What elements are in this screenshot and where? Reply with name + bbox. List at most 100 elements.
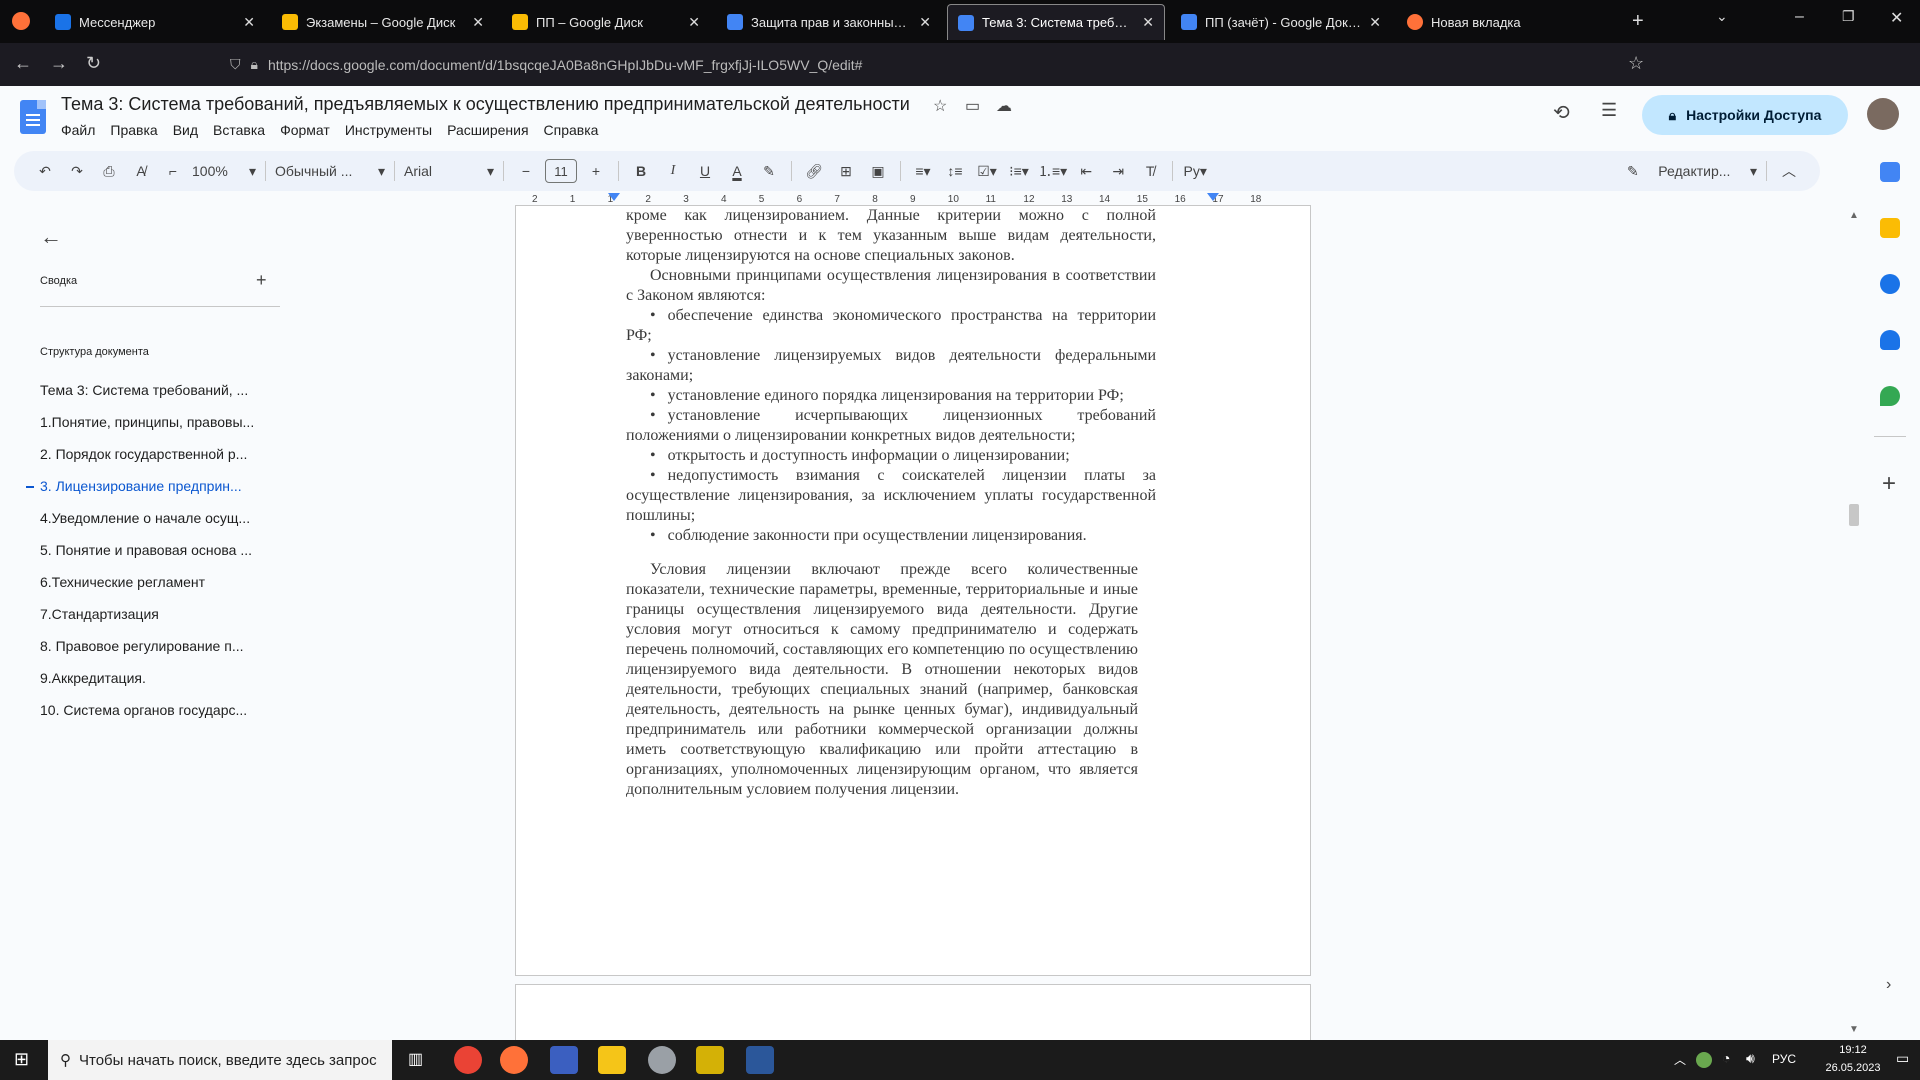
browser-tab[interactable]: Тема 3: Система требований, ✕ [947,4,1165,40]
collapse-menus-icon[interactable]: ︿ [1776,157,1802,185]
bulleted-list-icon[interactable]: ⁝≡▾ [1006,157,1032,185]
firefox-icon[interactable] [12,12,30,30]
clock-time[interactable]: 19:12 [1822,1044,1884,1056]
cloud-status-icon[interactable]: ☁ [996,96,1012,116]
browser-tab[interactable]: Защита прав и законных инте ✕ [717,4,941,40]
paint-format-icon[interactable]: ⌐ [160,157,186,185]
highlight-icon[interactable]: ✎ [756,157,782,185]
close-tab-icon[interactable]: ✕ [243,14,255,31]
outline-item[interactable]: 8. Правовое регулирование п... [40,638,280,654]
menu-item[interactable]: Справка [544,122,599,138]
undo-icon[interactable]: ↶ [32,157,58,185]
maximize-icon[interactable]: ❐ [1842,8,1855,25]
outline-item[interactable]: 5. Понятие и правовая основа ... [40,542,280,558]
close-tab-icon[interactable]: ✕ [919,14,931,31]
firefox-icon[interactable] [500,1046,528,1074]
document-title[interactable]: Тема 3: Система требований, предъявляемы… [61,94,910,115]
document-page[interactable]: кроме как лицензированием. Данные критер… [515,205,1311,976]
notifications-icon[interactable]: ▭ [1896,1050,1909,1067]
menu-item[interactable]: Расширения [447,122,528,138]
close-window-icon[interactable]: ✕ [1890,8,1903,28]
close-tab-icon[interactable]: ✕ [1369,14,1381,31]
history-icon[interactable]: ⟲ [1553,100,1570,125]
reload-icon[interactable]: ↻ [86,53,101,74]
add-comment-icon[interactable]: ⊞ [833,157,859,185]
maps-icon[interactable] [1880,386,1900,406]
keep-icon[interactable] [1880,218,1900,238]
close-tab-icon[interactable]: ✕ [472,14,484,31]
new-tab-icon[interactable]: + [1632,10,1644,33]
menu-item[interactable]: Файл [61,122,95,138]
share-button[interactable]: 🔒︎ Настройки Доступа [1642,95,1848,135]
numbered-list-icon[interactable]: ⒈≡▾ [1038,157,1067,185]
clock-date[interactable]: 26.05.2023 [1822,1062,1884,1074]
font-select[interactable]: Arial ▾ [404,157,494,185]
add-summary-icon[interactable]: + [256,270,267,291]
app-icon[interactable] [648,1046,676,1074]
save-app-icon[interactable] [550,1046,578,1074]
outline-item[interactable]: 4.Уведомление о начале осущ... [40,510,280,526]
tray-chevron-icon[interactable]: ︿ [1674,1051,1686,1068]
network-icon[interactable]: ◔ [1722,1050,1730,1066]
redo-icon[interactable]: ↷ [64,157,90,185]
clear-formatting-icon[interactable]: T̸ [1137,157,1163,185]
left-indent-marker[interactable] [608,193,620,201]
decrease-indent-icon[interactable]: ⇤ [1073,157,1099,185]
italic-icon[interactable]: I [660,157,686,185]
link-icon[interactable]: 🔗︎ [801,157,827,185]
url-bar[interactable]: ⛉ 🔒︎ https://docs.google.com/document/d/… [230,49,1680,80]
underline-icon[interactable]: U [692,157,718,185]
taskbar-search[interactable]: ⚲ Чтобы начать поиск, введите здесь запр… [48,1040,392,1080]
zoom-select[interactable]: 100% ▾ [192,157,256,185]
show-side-panel-icon[interactable]: › [1886,976,1891,994]
text-color-icon[interactable]: A [724,157,750,185]
url-text[interactable]: https://docs.google.com/document/d/1bsqc… [268,57,863,73]
volume-icon[interactable]: 🔊︎ [1746,1050,1755,1067]
image-icon[interactable]: ▣ [865,157,891,185]
align-icon[interactable]: ≡▾ [910,157,936,185]
print-icon[interactable]: ⎙ [96,157,122,185]
vertical-scrollbar[interactable]: ▲ ▼ [1848,210,1860,1040]
close-tab-icon[interactable]: ✕ [1142,14,1154,31]
avatar[interactable] [1867,98,1899,130]
document-page[interactable] [515,984,1311,1044]
app-icon[interactable] [696,1046,724,1074]
outline-item[interactable]: 10. Система органов государс... [40,702,280,718]
tasks-icon[interactable] [1880,274,1900,294]
browser-tab[interactable]: ПП (зачёт) - Google Документ ✕ [1171,4,1391,40]
task-view-icon[interactable]: ▥ [408,1049,423,1069]
scrollbar-thumb[interactable] [1849,504,1859,526]
scroll-down-icon[interactable]: ▼ [1849,1024,1859,1035]
increase-font-size-icon[interactable]: + [583,157,609,185]
line-spacing-icon[interactable]: ↕≡ [942,157,968,185]
browser-tab[interactable]: ПП – Google Диск ✕ [502,4,710,40]
font-size-input[interactable]: 11 [545,159,577,183]
outline-item[interactable]: 1.Понятие, принципы, правовы... [40,414,280,430]
close-tab-icon[interactable]: ✕ [688,14,700,31]
browser-tab[interactable]: Мессенджер ✕ [45,4,265,40]
spellcheck-icon[interactable]: A̸ [128,157,154,185]
decrease-font-size-icon[interactable]: − [513,157,539,185]
outline-item[interactable]: 3. Лицензирование предприн... [40,478,280,494]
star-icon[interactable]: ☆ [933,96,947,116]
menu-item[interactable]: Правка [110,122,157,138]
outline-item[interactable]: 6.Технические регламент [40,574,280,590]
word-icon[interactable] [746,1046,774,1074]
outline-item[interactable]: 9.Аккредитация. [40,670,280,686]
back-arrow-icon[interactable]: ← [40,224,62,250]
back-icon[interactable]: ← [14,53,32,74]
file-explorer-icon[interactable] [598,1046,626,1074]
input-tools-icon[interactable]: Ру▾ [1182,157,1208,185]
menu-item[interactable]: Инструменты [345,122,432,138]
outline-item[interactable]: 2. Порядок государственной р... [40,446,280,462]
calendar-icon[interactable] [1880,162,1900,182]
checklist-icon[interactable]: ☑▾ [974,157,1000,185]
forward-icon[interactable]: → [50,53,68,74]
shield-icon[interactable]: ⛉ [230,56,241,73]
scroll-up-icon[interactable]: ▲ [1849,210,1859,221]
contacts-icon[interactable] [1880,330,1900,350]
menu-item[interactable]: Вставка [213,122,265,138]
right-indent-marker[interactable] [1207,193,1219,201]
language-indicator[interactable]: РУС [1772,1052,1796,1066]
move-folder-icon[interactable]: ▭ [965,96,980,116]
